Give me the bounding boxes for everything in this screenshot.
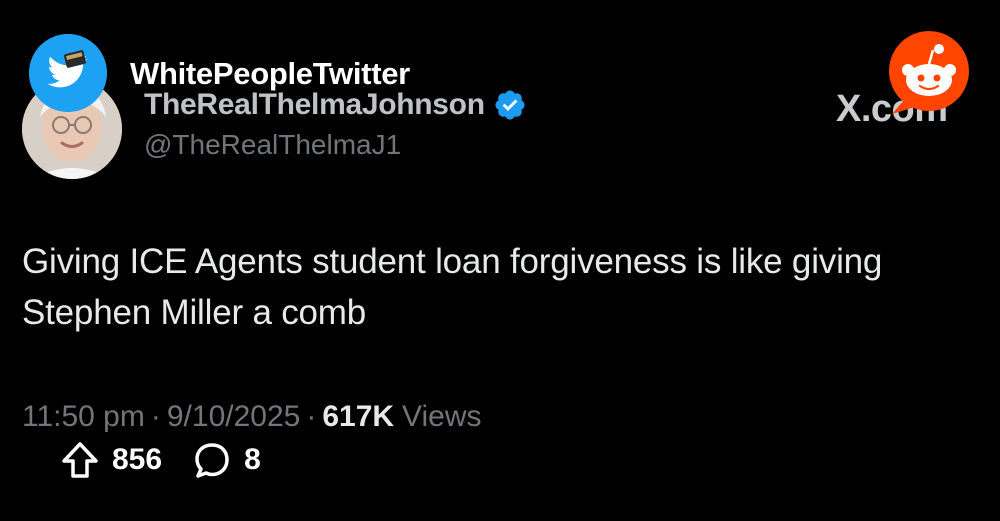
comments-button[interactable]: 8 <box>192 440 261 480</box>
tweet-text: Giving ICE Agents student loan forgivene… <box>22 242 883 332</box>
comment-bubble-icon <box>195 443 229 478</box>
views-label: Views <box>402 400 482 433</box>
upvote-arrow-icon <box>62 442 98 478</box>
upvote-count: 856 <box>112 443 163 476</box>
author-name-row: TheRealThelmaJohnson <box>144 88 527 122</box>
subreddit-icon[interactable] <box>29 34 107 112</box>
tweet-date[interactable]: 9/10/2025 <box>167 400 300 434</box>
comment-count: 8 <box>244 443 261 476</box>
tweet-time[interactable]: 11:50 pm <box>22 400 145 434</box>
tweet-meta: 11:50 pm · 9/10/2025 · 617K Views <box>22 400 482 434</box>
upvote-button[interactable]: 856 <box>60 440 162 480</box>
verified-badge-icon <box>493 88 527 122</box>
post-stats-bar: 856 8 <box>60 440 261 480</box>
reddit-snoo-logo <box>889 31 969 114</box>
meta-separator: · <box>150 400 161 433</box>
meta-separator: · <box>306 400 317 433</box>
subreddit-name[interactable]: WhitePeopleTwitter <box>130 56 410 92</box>
author-display-name[interactable]: TheRealThelmaJohnson <box>144 88 485 122</box>
author-handle[interactable]: @TheRealThelmaJ1 <box>144 129 401 161</box>
twitter-bird-icon <box>29 34 107 112</box>
views-count: 617K <box>322 400 395 433</box>
reddit-logo <box>884 28 974 118</box>
